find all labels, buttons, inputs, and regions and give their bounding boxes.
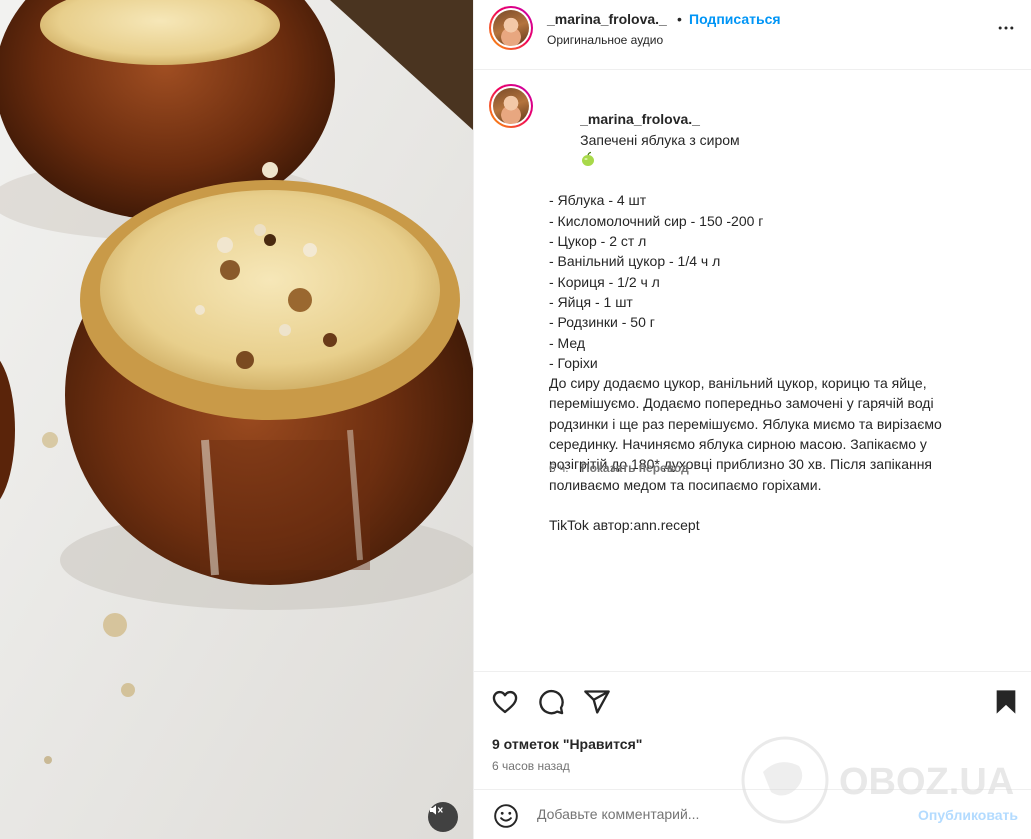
ingredient-item: - Родзинки - 50 г [549, 314, 655, 331]
post-header: _marina_frolova._ • Подписаться Оригинал… [474, 0, 1031, 70]
ingredient-item: - Цукор - 2 ст л [549, 233, 647, 250]
audio-link[interactable]: Оригинальное аудио [547, 33, 663, 47]
comment-bar: Опубликовать [474, 789, 1031, 839]
comment-input[interactable] [537, 806, 897, 822]
baked-apples-image [0, 0, 473, 839]
caption-title: Запечені яблука з сиром [580, 131, 740, 148]
instruction-line: серединку. Начиняємо яблука сирною масою… [549, 436, 927, 453]
ingredient-item: - Мед [549, 334, 586, 351]
action-bar: 9 отметок "Нравится" 6 часов назад [474, 671, 1031, 789]
translate-link[interactable]: Показать перевод [581, 461, 689, 475]
comment-button[interactable] [537, 688, 565, 721]
instagram-post-view: _marina_frolova._ • Подписаться Оригинал… [0, 0, 1031, 839]
comment-icon [539, 689, 564, 715]
caption-credit: TikTok автор:ann.recept [549, 516, 700, 533]
send-icon [584, 690, 610, 714]
author-username[interactable]: _marina_frolova._ [547, 11, 667, 27]
ingredient-item: - Яйця - 1 шт [549, 293, 633, 310]
instruction-line: поливаємо медом та посипаємо горіхами. [549, 476, 822, 493]
instruction-line: До сиру додаємо цукор, ванільний цукор, … [549, 375, 927, 392]
green-apple-icon [582, 151, 595, 166]
emoji-icon [494, 804, 518, 828]
more-horizontal-icon [998, 26, 1014, 30]
posted-time[interactable]: 6 часов назад [492, 759, 570, 773]
save-button[interactable] [993, 688, 1019, 721]
publish-button[interactable]: Опубликовать [918, 807, 1018, 823]
subscribe-button[interactable]: Подписаться [689, 11, 781, 27]
ingredient-item: - Кориця - 1/2 ч л [549, 273, 660, 290]
instruction-line: перемішуємо. Додаємо попередньо замочені… [549, 395, 934, 412]
post-details-panel: _marina_frolova._ • Подписаться Оригинал… [473, 0, 1031, 839]
heart-icon [492, 690, 518, 714]
mute-button[interactable] [428, 802, 458, 832]
more-options-button[interactable] [996, 18, 1016, 43]
ingredient-item: - Ванільний цукор - 1/4 ч л [549, 253, 721, 270]
ingredient-item: - Горіхи [549, 354, 598, 371]
emoji-button[interactable] [493, 803, 519, 834]
ingredient-item: - Яблука - 4 шт [549, 192, 647, 209]
caption-author-avatar[interactable] [489, 84, 533, 128]
separator-dot: • [677, 11, 682, 27]
like-button[interactable] [491, 688, 519, 721]
likes-count[interactable]: 9 отметок "Нравится" [492, 736, 642, 752]
instruction-line: родзинки і ще раз перемішуємо. Яблука ми… [549, 415, 942, 432]
ingredient-item: - Кисломолочний сир - 150 -200 г [549, 212, 764, 229]
caption-meta: 6 ч. Показать перевод [549, 461, 689, 475]
bookmark-filled-icon [996, 690, 1016, 714]
share-button[interactable] [583, 688, 611, 721]
author-avatar[interactable] [489, 6, 533, 50]
caption-time[interactable]: 6 ч. [549, 461, 569, 475]
caption-username[interactable]: _marina_frolova._ [580, 111, 700, 127]
muted-speaker-icon [430, 805, 443, 815]
post-media[interactable] [0, 0, 473, 839]
